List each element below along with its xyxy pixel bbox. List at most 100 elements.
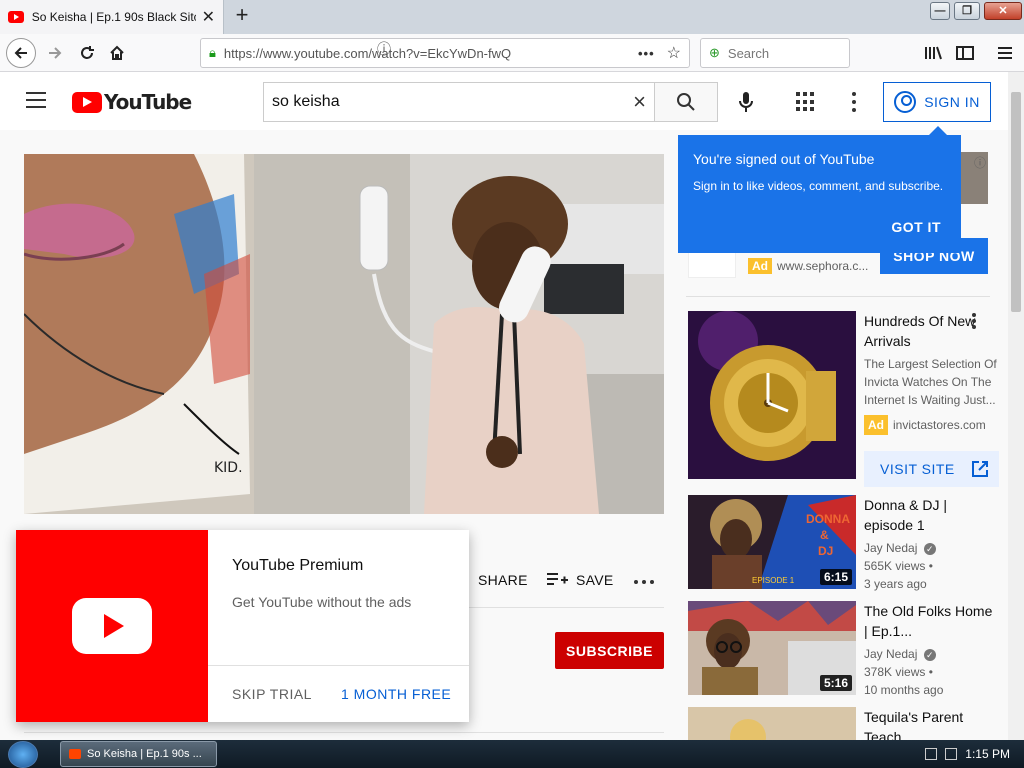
video-thumbnail[interactable]: DONNA & DJ EPISODE 1 6:15: [688, 495, 856, 589]
got-it-button[interactable]: GOT IT: [891, 219, 941, 235]
channel-name-text: Jay Nedaj: [864, 647, 918, 661]
clock[interactable]: 1:15 PM: [965, 747, 1010, 761]
lock-icon[interactable]: 🔒︎: [209, 45, 216, 61]
youtube-play-logo-icon: [72, 91, 102, 113]
page-actions-icon[interactable]: •••: [638, 46, 655, 61]
tooltip-heading: You're signed out of YouTube: [693, 151, 875, 167]
search-icon: [677, 93, 695, 111]
invicta-domain-text: invictastores.com: [893, 418, 986, 432]
scrollbar-thumb[interactable]: [1011, 92, 1021, 312]
divider: [24, 732, 664, 733]
ad-info-icon[interactable]: ⓘ: [974, 154, 986, 171]
youtube-logo[interactable]: YouTube: [72, 90, 192, 114]
browser-app-icon: [69, 749, 81, 759]
os-taskbar: So Keisha | Ep.1 90s ... 1:15 PM: [0, 740, 1024, 768]
promo-heading: YouTube Premium: [232, 557, 364, 574]
recommendation-card[interactable]: Tequila's Parent Teach...: [688, 707, 1006, 740]
video-title[interactable]: Donna & DJ | episode 1: [864, 495, 998, 535]
window-close-button[interactable]: ✕: [984, 2, 1022, 20]
channel-name[interactable]: Jay Nedaj ✓: [864, 539, 998, 557]
invicta-ad-domain: Ad invictastores.com: [864, 415, 998, 435]
video-thumbnail[interactable]: 5:16: [688, 601, 856, 695]
youtube-logo-text: YouTube: [104, 90, 192, 114]
windows-start-icon[interactable]: [8, 741, 38, 768]
skip-trial-button[interactable]: SKIP TRIAL: [232, 686, 312, 702]
search-button[interactable]: [654, 82, 718, 122]
system-tray: 1:15 PM: [900, 740, 1024, 768]
verified-icon: ✓: [923, 649, 936, 661]
video-info: Donna & DJ | episode 1 Jay Nedaj ✓ 565K …: [864, 495, 998, 593]
save-label: SAVE: [576, 572, 614, 588]
youtube-favicon: [8, 11, 24, 23]
library-icon[interactable]: [920, 40, 946, 66]
sidebar-icon[interactable]: [952, 40, 978, 66]
more-vert-icon[interactable]: [848, 92, 860, 112]
save-button[interactable]: SAVE: [546, 572, 614, 588]
search-query[interactable]: so keisha: [272, 93, 633, 111]
view-count: 378K views •: [864, 665, 933, 679]
volume-icon[interactable]: [945, 748, 958, 760]
reload-icon[interactable]: [72, 38, 102, 68]
network-icon[interactable]: [925, 748, 938, 760]
account-icon: [894, 91, 917, 113]
tab-title: So Keisha | Ep.1 90s Black Sitcom: [31, 10, 196, 24]
tab-close-icon[interactable]: ✕: [202, 7, 215, 27]
browser-tab[interactable]: So Keisha | Ep.1 90s Black Sitcom ✕: [0, 0, 224, 34]
ad-badge: Ad: [748, 258, 772, 274]
browser-nav-bar: ⓘ 🔒︎ https://www.youtube.com/watch?v=Ekc…: [0, 34, 1024, 72]
more-horiz-icon[interactable]: [634, 580, 654, 586]
video-title[interactable]: Tequila's Parent Teach...: [864, 707, 998, 740]
visit-site-button[interactable]: VISIT SITE: [864, 451, 999, 487]
browser-search-placeholder: Search: [727, 45, 770, 61]
url-bar[interactable]: ⓘ 🔒︎ https://www.youtube.com/watch?v=Ekc…: [200, 38, 690, 68]
month-free-button[interactable]: 1 MONTH FREE: [341, 686, 451, 702]
channel-name[interactable]: Jay Nedaj ✓: [864, 645, 998, 663]
mic-icon[interactable]: [734, 90, 758, 114]
view-count: 565K views •: [864, 559, 933, 573]
search-input[interactable]: so keisha ×: [263, 82, 655, 122]
video-player[interactable]: KID.: [24, 154, 664, 514]
page-scrollbar[interactable]: [1008, 72, 1024, 740]
bookmark-star-icon[interactable]: ☆: [667, 43, 681, 63]
forward-arrow-icon[interactable]: [40, 38, 70, 68]
sign-in-button[interactable]: SIGN IN: [883, 82, 991, 122]
browser-search-field[interactable]: ⊕ Search: [700, 38, 850, 68]
window-maximize-button[interactable]: ❐: [954, 2, 980, 20]
recommendation-card[interactable]: DONNA & DJ EPISODE 1 6:15 Donna & DJ | e…: [688, 495, 1006, 591]
taskbar-browser-item[interactable]: So Keisha | Ep.1 90s ...: [60, 741, 217, 767]
upload-age: 10 months ago: [864, 683, 944, 697]
info-icon[interactable]: ⓘ: [377, 39, 511, 59]
home-icon[interactable]: [102, 38, 132, 68]
recommendation-card[interactable]: 5:16 The Old Folks Home | Ep.1... Jay Ne…: [688, 601, 1006, 697]
invicta-ad-info: Hundreds Of New Arrivals The Largest Sel…: [864, 311, 998, 435]
verified-icon: ✓: [923, 543, 936, 555]
ad-badge: Ad: [864, 415, 888, 435]
search-engine-icon: ⊕: [709, 45, 720, 60]
apps-grid-icon[interactable]: [796, 92, 816, 112]
video-thumbnail[interactable]: [688, 707, 856, 740]
video-frame: KID.: [24, 154, 664, 514]
svg-text:&: &: [820, 528, 829, 542]
promo-body: Get YouTube without the ads: [232, 594, 412, 610]
hamburger-icon[interactable]: [26, 92, 46, 108]
clear-search-icon[interactable]: ×: [633, 89, 646, 115]
video-title[interactable]: The Old Folks Home | Ep.1...: [864, 601, 998, 641]
new-tab-plus-icon[interactable]: +: [230, 4, 254, 28]
menu-icon[interactable]: [992, 40, 1018, 66]
back-arrow-icon[interactable]: [6, 38, 36, 68]
invicta-ad-thumbnail[interactable]: [688, 311, 856, 479]
share-label: SHARE: [478, 572, 528, 588]
invicta-ad-description: The Largest Selection Of Invicta Watches…: [864, 357, 997, 407]
premium-promo-dialog: YouTube Premium Get YouTube without the …: [16, 530, 469, 722]
sephora-ad-domain[interactable]: Ad www.sephora.c...: [748, 258, 873, 274]
more-vert-icon[interactable]: [972, 313, 978, 329]
divider: [208, 665, 469, 666]
channel-name-text: Jay Nedaj: [864, 541, 918, 555]
sephora-domain-text: www.sephora.c...: [777, 259, 869, 273]
duration-badge: 6:15: [819, 569, 852, 585]
window-minimize-button[interactable]: —: [930, 2, 950, 20]
upload-age: 3 years ago: [864, 577, 927, 591]
svg-text:DONNA: DONNA: [806, 512, 850, 526]
subscribe-button[interactable]: SUBSCRIBE: [555, 632, 664, 669]
svg-text:EPISODE 1: EPISODE 1: [752, 576, 795, 585]
